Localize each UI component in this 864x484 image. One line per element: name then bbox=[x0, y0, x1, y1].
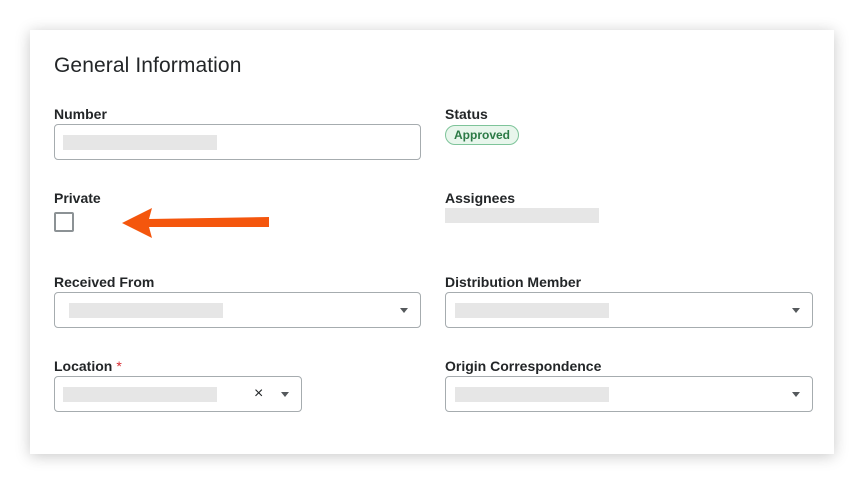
received-from-select[interactable] bbox=[54, 292, 421, 328]
status-label: Status bbox=[445, 106, 488, 122]
location-label: Location * bbox=[54, 358, 122, 374]
chevron-down-icon[interactable] bbox=[400, 308, 408, 313]
private-label: Private bbox=[54, 190, 101, 206]
section-title: General Information bbox=[54, 54, 242, 77]
distribution-member-label: Distribution Member bbox=[445, 274, 582, 290]
status-badge: Approved bbox=[445, 125, 520, 145]
assignees-label: Assignees bbox=[445, 190, 516, 206]
location-label-text: Location bbox=[54, 358, 113, 374]
location-select[interactable]: × bbox=[54, 376, 302, 412]
number-input[interactable] bbox=[54, 124, 421, 160]
chevron-down-icon[interactable] bbox=[281, 392, 289, 397]
chevron-down-icon[interactable] bbox=[792, 308, 800, 313]
private-checkbox[interactable] bbox=[54, 212, 74, 232]
required-marker: * bbox=[116, 358, 122, 374]
redacted-value bbox=[63, 387, 217, 402]
annotation-arrow-icon bbox=[122, 208, 269, 238]
clear-icon[interactable]: × bbox=[254, 386, 263, 402]
general-information-card: General Information Number Status Approv… bbox=[30, 30, 834, 454]
origin-correspondence-label: Origin Correspondence bbox=[445, 358, 602, 374]
received-from-label: Received From bbox=[54, 274, 155, 290]
redacted-value bbox=[455, 387, 609, 402]
distribution-member-select[interactable] bbox=[445, 292, 813, 328]
redacted-value bbox=[63, 135, 217, 150]
chevron-down-icon[interactable] bbox=[792, 392, 800, 397]
assignees-redacted-value bbox=[445, 208, 599, 223]
number-label: Number bbox=[54, 106, 107, 122]
redacted-value bbox=[455, 303, 609, 318]
redacted-value bbox=[69, 303, 223, 318]
origin-correspondence-select[interactable] bbox=[445, 376, 813, 412]
